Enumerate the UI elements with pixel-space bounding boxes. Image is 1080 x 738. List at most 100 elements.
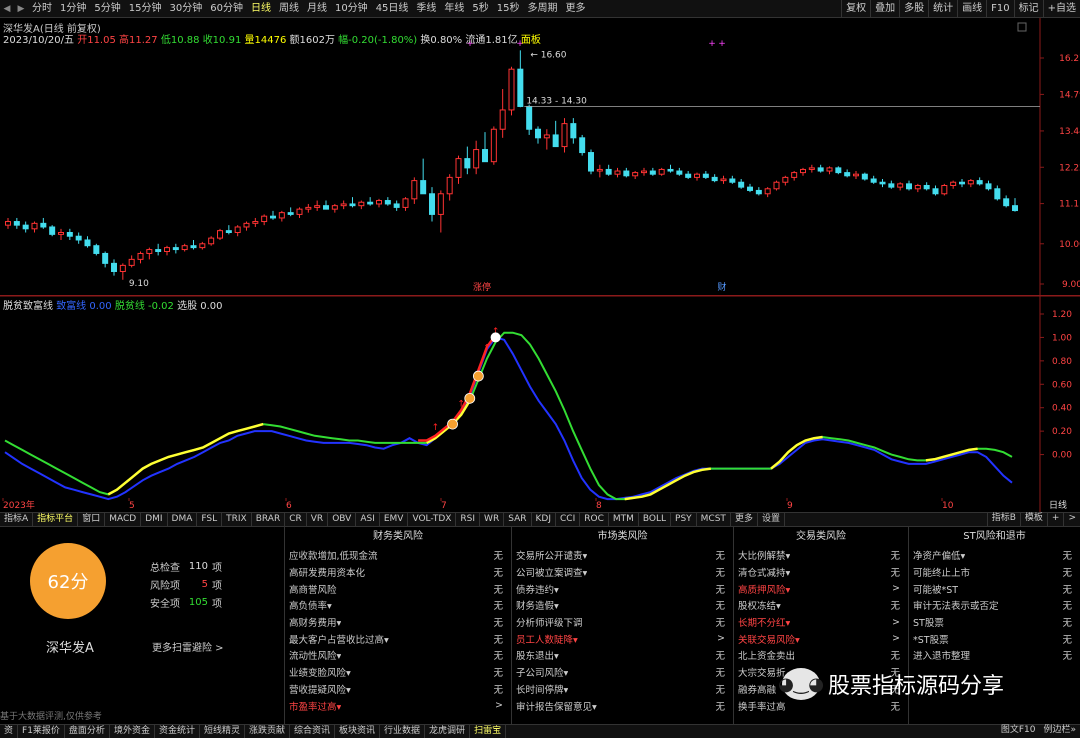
indicator-tab-2[interactable]: 窗口	[78, 513, 106, 526]
indicator-tab-13[interactable]: EMV	[380, 513, 409, 526]
tool-button-7[interactable]: +自选	[1042, 0, 1080, 18]
indicator-tab-16[interactable]: WR	[480, 513, 505, 526]
risk-item[interactable]: 审计无法表示或否定 无	[909, 597, 1080, 614]
bottom-tab-0[interactable]: 资	[0, 725, 19, 738]
risk-item[interactable]: ST股票 无	[909, 614, 1080, 631]
risk-item[interactable]: 大比例解禁▾ 无	[734, 547, 908, 564]
period-tab-12[interactable]: 年线	[440, 0, 468, 18]
indicator-tab-20[interactable]: ROC	[580, 513, 609, 526]
risk-item[interactable]: 北上资金卖出 无	[734, 647, 908, 664]
indicator-tab-0[interactable]: 指标A	[0, 513, 34, 526]
risk-item[interactable]: 应收款增加,低现金流 无	[285, 547, 511, 564]
tool-button-1[interactable]: 叠加	[870, 0, 899, 18]
period-tab-3[interactable]: 15分钟	[125, 0, 166, 18]
period-tab-0[interactable]: 分时	[28, 0, 56, 18]
indicator-tab-26[interactable]: 设置	[758, 513, 785, 526]
indicator-tab-9[interactable]: CR	[285, 513, 307, 526]
tool-button-3[interactable]: 统计	[928, 0, 957, 18]
tool-button-2[interactable]: 多股	[899, 0, 928, 18]
period-tab-9[interactable]: 10分钟	[331, 0, 372, 18]
indicator-tab-22[interactable]: BOLL	[639, 513, 672, 526]
indicator-tab-10[interactable]: VR	[307, 513, 329, 526]
indicator-tab-19[interactable]: CCI	[556, 513, 581, 526]
tool-button-5[interactable]: F10	[986, 0, 1013, 18]
risk-item[interactable]: 公司被立案调查▾ 无	[512, 564, 733, 581]
bottom-link-1[interactable]: 例边栏»	[1039, 724, 1080, 738]
risk-item[interactable]: 股权冻结▾ 无	[734, 597, 908, 614]
kline-chart[interactable]: 16.27 14.79 13.44 12.22 11.11 10.00 9.00 ← 16.6…	[0, 18, 1080, 296]
bottom-tab-4[interactable]: 资金统计	[155, 725, 200, 738]
risk-item[interactable]: 交易所公开谴责▾ 无	[512, 547, 733, 564]
risk-item[interactable]: 高研发费用资本化 无	[285, 564, 511, 581]
risk-item[interactable]: 长时间停牌▾ 无	[512, 681, 733, 698]
tool-button-4[interactable]: 画线	[957, 0, 986, 18]
risk-item[interactable]: 分析师评级下调 无	[512, 614, 733, 631]
kline-canvas[interactable]: 16.27 14.79 13.44 12.22 11.11 10.00 9.00 ← 16.6…	[0, 18, 1080, 296]
period-tab-14[interactable]: 15秒	[493, 0, 524, 18]
bottom-tab-10[interactable]: 龙虎调研	[425, 725, 471, 738]
bottom-tab-5[interactable]: 短线精灵	[200, 725, 245, 738]
risk-item[interactable]: 员工人数陡降▾ >	[512, 630, 733, 647]
risk-item[interactable]: 营收提疑风险▾ 无	[285, 681, 511, 698]
panel-button[interactable]: 面板	[521, 35, 541, 46]
indicator-tab-1[interactable]: 指标平台	[33, 513, 79, 526]
period-tab-5[interactable]: 60分钟	[206, 0, 247, 18]
indicator-tab-17[interactable]: SAR	[504, 513, 532, 526]
bottom-tab-9[interactable]: 行业数据	[380, 725, 426, 738]
period-tab-11[interactable]: 季线	[412, 0, 440, 18]
risk-item[interactable]: 进入退市整理 无	[909, 647, 1080, 664]
nav-right-icon[interactable]: ▶	[14, 4, 28, 14]
period-tab-1[interactable]: 1分钟	[56, 0, 90, 18]
tool-button-0[interactable]: 复权	[841, 0, 870, 18]
risk-item[interactable]: 高质押风险▾ >	[734, 580, 908, 597]
period-tab-2[interactable]: 5分钟	[90, 0, 124, 18]
indicator-tab-11[interactable]: OBV	[328, 513, 357, 526]
risk-item[interactable]: 长期不分红▾ >	[734, 614, 908, 631]
bottom-tab-3[interactable]: 境外资金	[110, 725, 155, 738]
indicator-canvas[interactable]: 1.201.000.800.600.400.200.00↑↑↑↑2023年 5 6 7…	[0, 296, 1080, 512]
indicator-right-btn-0[interactable]: 指标B	[986, 512, 1020, 526]
indicator-tab-7[interactable]: TRIX	[222, 513, 252, 526]
risk-item[interactable]: 子公司风险▾ 无	[512, 664, 733, 681]
bottom-tab-7[interactable]: 综合资讯	[290, 725, 336, 738]
period-tab-8[interactable]: 月线	[303, 0, 331, 18]
period-tab-6[interactable]: 日线	[247, 0, 275, 18]
risk-item[interactable]: 高商誉风险 无	[285, 580, 511, 597]
risk-item[interactable]: 高财务费用▾ 无	[285, 614, 511, 631]
indicator-tab-5[interactable]: DMA	[168, 513, 198, 526]
indicator-right-btn-2[interactable]: +	[1046, 512, 1064, 526]
risk-item[interactable]: 业绩变脸风险▾ 无	[285, 664, 511, 681]
risk-item[interactable]: 清仓式减持▾ 无	[734, 564, 908, 581]
risk-item[interactable]: 股东退出▾ 无	[512, 647, 733, 664]
risk-item[interactable]: 债券违约▾ 无	[512, 580, 733, 597]
indicator-tab-23[interactable]: PSY	[671, 513, 697, 526]
indicator-tab-8[interactable]: BRAR	[252, 513, 286, 526]
bottom-tab-8[interactable]: 板块资讯	[335, 725, 381, 738]
period-tab-15[interactable]: 多周期	[524, 0, 562, 18]
indicator-tab-12[interactable]: ASI	[356, 513, 380, 526]
risk-item[interactable]: 可能被*ST 无	[909, 580, 1080, 597]
risk-item[interactable]: 审计报告保留意见▾ 无	[512, 697, 733, 714]
more-scan-link[interactable]: 更多扫雷避险 >	[152, 639, 224, 654]
nav-left-icon[interactable]: ◀	[0, 4, 14, 14]
risk-item[interactable]: 净资产偏低▾ 无	[909, 547, 1080, 564]
risk-item[interactable]: 高负债率▾ 无	[285, 597, 511, 614]
indicator-tab-24[interactable]: MCST	[697, 513, 731, 526]
period-tab-10[interactable]: 45日线	[372, 0, 413, 18]
risk-item[interactable]: 流动性风险▾ 无	[285, 647, 511, 664]
indicator-right-btn-3[interactable]: >	[1063, 512, 1080, 526]
bottom-link-0[interactable]: 图文F10	[997, 724, 1040, 738]
bottom-tab-2[interactable]: 盘面分析	[65, 725, 110, 738]
period-tab-7[interactable]: 周线	[275, 0, 303, 18]
indicator-tab-4[interactable]: DMI	[141, 513, 168, 526]
risk-item[interactable]: 市盈率过高▾ >	[285, 697, 511, 714]
indicator-tab-21[interactable]: MTM	[609, 513, 639, 526]
indicator-tab-3[interactable]: MACD	[105, 513, 142, 526]
bottom-tab-11[interactable]: 扫雷宝	[470, 725, 507, 738]
risk-item[interactable]: 财务造假▾ 无	[512, 597, 733, 614]
indicator-tab-6[interactable]: FSL	[197, 513, 223, 526]
bottom-tab-6[interactable]: 涨跌贡献	[245, 725, 290, 738]
indicator-tab-25[interactable]: 更多	[731, 513, 758, 526]
bottom-tab-1[interactable]: F1莱报价	[18, 725, 65, 738]
indicator-tab-15[interactable]: RSI	[456, 513, 481, 526]
